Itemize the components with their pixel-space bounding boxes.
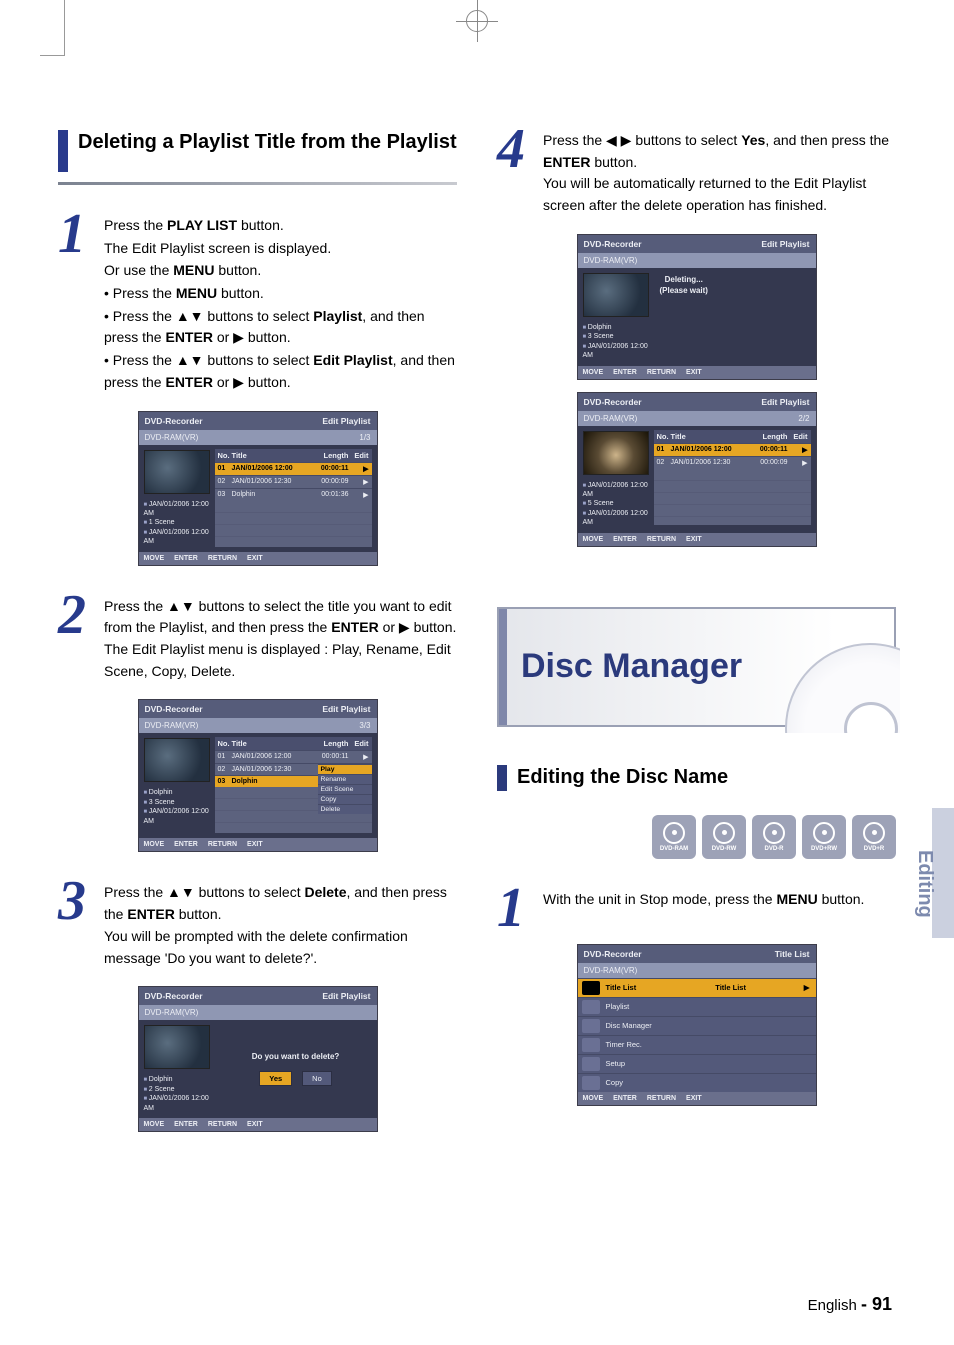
page-footer: English - 91 <box>808 1294 892 1315</box>
menu-icon <box>582 1019 600 1033</box>
subsection-title-edit-disc-name: Editing the Disc Name <box>517 766 728 789</box>
menu-icon <box>582 1057 600 1071</box>
osd-edit-playlist-2: DVD-RecorderEdit Playlist DVD-RAM(VR)3/3… <box>138 699 378 852</box>
supported-discs-row: DVD-RAM DVD-RW DVD-R DVD+RW DVD+R <box>497 815 896 859</box>
disc-graphic-icon <box>750 643 900 733</box>
section-underline <box>58 182 457 185</box>
thumbnail-icon <box>144 450 210 494</box>
subsection-accent <box>497 765 507 791</box>
disc-icon: DVD+RW <box>802 815 846 859</box>
step-number-1: 1 <box>58 215 86 254</box>
step4-text: Press the ◀ ▶ buttons to select Yes, and… <box>543 130 896 218</box>
menu-icon <box>582 1000 600 1014</box>
feature-banner-disc-manager: Disc Manager <box>497 607 896 727</box>
osd-after-delete: DVD-RecorderEdit Playlist DVD-RAM(VR)2/2… <box>577 392 817 547</box>
thumbnail-icon <box>144 1025 210 1069</box>
registration-mark-top <box>456 0 498 42</box>
disc-icon: DVD+R <box>852 815 896 859</box>
confirm-yes-button[interactable]: Yes <box>259 1071 292 1086</box>
step1r-text: With the unit in Stop mode, press the ME… <box>543 889 896 911</box>
section-title-delete-playlist: Deleting a Playlist Title from the Playl… <box>78 130 457 155</box>
menu-icon <box>582 1038 600 1052</box>
menu-icon <box>582 981 600 995</box>
step-number-3: 3 <box>58 882 86 921</box>
side-tab-editing: Editing <box>913 850 936 918</box>
osd-edit-playlist-1: DVD-RecorderEdit Playlist DVD-RAM(VR)1/3… <box>138 411 378 566</box>
step-number-1r: 1 <box>497 889 525 928</box>
osd-confirm-delete: DVD-RecorderEdit Playlist DVD-RAM(VR) Do… <box>138 986 378 1132</box>
thumbnail-icon <box>583 273 649 317</box>
disc-icon: DVD-RW <box>702 815 746 859</box>
osd-main-menu: DVD-RecorderTitle List DVD-RAM(VR) Title… <box>577 944 817 1106</box>
thumbnail-icon <box>144 738 210 782</box>
crop-mark-tl <box>40 0 65 55</box>
step-number-2: 2 <box>58 596 86 635</box>
confirm-no-button[interactable]: No <box>302 1071 332 1086</box>
disc-icon: DVD-RAM <box>652 815 696 859</box>
section-accent <box>58 130 68 172</box>
thumbnail-icon <box>583 431 649 475</box>
osd-deleting: DVD-RecorderEdit Playlist DVD-RAM(VR) Do… <box>577 234 817 380</box>
menu-icon <box>582 1076 600 1090</box>
step1-text: Press the PLAY LIST button. The Edit Pla… <box>104 215 457 395</box>
disc-icon: DVD-R <box>752 815 796 859</box>
step3-text: Press the ▲▼ buttons to select Delete, a… <box>104 882 457 970</box>
step-number-4: 4 <box>497 130 525 169</box>
step2-text: Press the ▲▼ buttons to select the title… <box>104 596 457 684</box>
